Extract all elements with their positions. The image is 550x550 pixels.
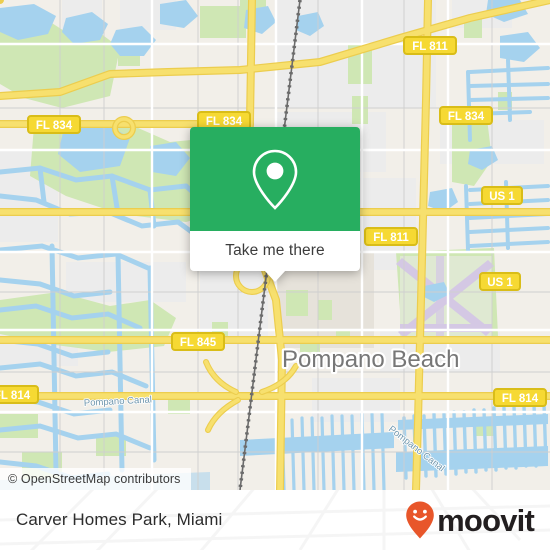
map-pin-icon <box>252 149 298 210</box>
take-me-there-label: Take me there <box>225 242 325 259</box>
road-shield: US 1 <box>481 186 523 205</box>
road-shield-label: FL 814 <box>502 393 539 405</box>
road-shield-label: US 1 <box>489 191 515 203</box>
road-shield-label: FL 811 <box>373 232 409 244</box>
popup-pin-panel <box>190 127 360 231</box>
moovit-map-screenshot: .water { fill:#a5d2ee; } .wstrk { stroke… <box>0 0 550 550</box>
moovit-smiley-pin-icon <box>406 501 434 539</box>
popup-action-panel[interactable]: Take me there <box>190 231 360 282</box>
road-shield-label: FL 814 <box>0 390 31 402</box>
road-shield: FL 811 <box>403 36 457 55</box>
road-shield: FL 834 <box>439 106 493 125</box>
road-shield: FL 811 <box>364 227 418 246</box>
road-shield: FL 814 <box>0 385 39 404</box>
footer-bar: Carver Homes Park, Miami moovit <box>0 490 550 550</box>
place-label-pompano-beach: Pompano Beach <box>282 346 459 373</box>
road-shield-label: FL 834 <box>36 120 73 132</box>
road-shield: FL 814 <box>493 388 547 407</box>
osm-attribution-text: © OpenStreetMap contributors <box>8 472 181 486</box>
destination-popup-card[interactable]: Take me there <box>190 127 360 282</box>
place-title: Carver Homes Park, Miami <box>16 510 223 529</box>
road-shield: FL 845 <box>171 332 225 351</box>
road-shield-label: US 1 <box>487 277 513 289</box>
road-shield-label: FL 834 <box>206 116 243 128</box>
moovit-brand[interactable]: moovit <box>404 500 535 540</box>
popup-tail <box>264 270 286 282</box>
moovit-wordmark: moovit <box>437 502 535 538</box>
road-shield-label: FL 811 <box>412 41 448 53</box>
road-shield-label: FL 845 <box>180 337 217 349</box>
road-shield-label: FL 834 <box>448 111 485 123</box>
road-shield: US 1 <box>479 272 521 291</box>
osm-attribution: © OpenStreetMap contributors <box>0 468 191 490</box>
road-shield: FL 834 <box>27 115 81 134</box>
